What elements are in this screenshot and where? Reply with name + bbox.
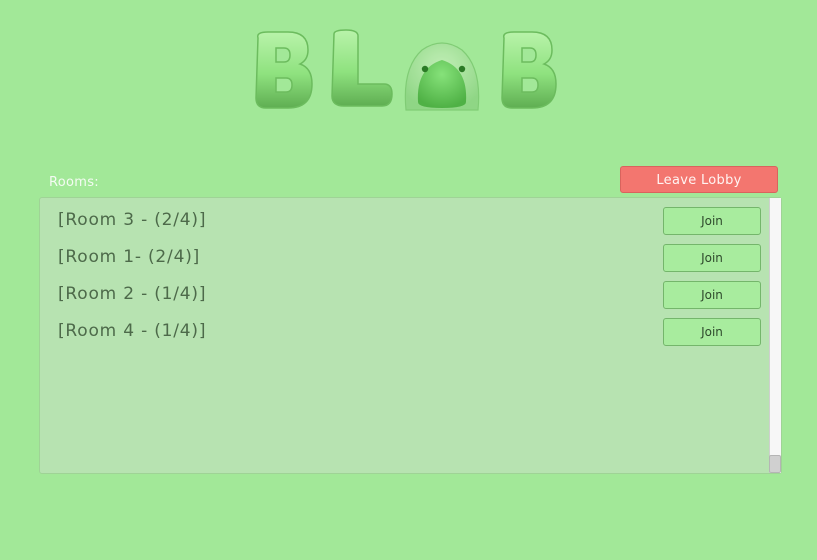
logo-letter-b-first (255, 31, 313, 109)
logo-letter-b-second (501, 31, 557, 109)
logo-letter-l (331, 29, 393, 107)
game-logo (250, 28, 562, 118)
room-row: [Room 3 - (2/4)] Join (40, 207, 767, 235)
join-room-button[interactable]: Join (663, 318, 761, 346)
room-list-panel[interactable]: [Room 3 - (2/4)] Join [Room 1- (2/4)] Jo… (39, 197, 782, 474)
join-room-button[interactable]: Join (663, 207, 761, 235)
rooms-label: Rooms: (49, 175, 99, 190)
scrollbar-thumb[interactable] (769, 455, 781, 473)
room-row: [Room 1- (2/4)] Join (40, 244, 767, 272)
logo-graphic (255, 29, 557, 111)
room-name: [Room 2 - (1/4)] (58, 284, 207, 304)
leave-lobby-button[interactable]: Leave Lobby (620, 166, 778, 193)
join-room-button[interactable]: Join (663, 281, 761, 309)
blob-left-eye (421, 65, 429, 73)
room-row: [Room 2 - (1/4)] Join (40, 281, 767, 309)
room-list: [Room 3 - (2/4)] Join [Room 1- (2/4)] Jo… (40, 198, 767, 473)
join-room-button[interactable]: Join (663, 244, 761, 272)
room-name: [Room 3 - (2/4)] (58, 210, 207, 230)
room-name: [Room 1- (2/4)] (58, 247, 201, 267)
room-row: [Room 4 - (1/4)] Join (40, 318, 767, 346)
room-list-scrollbar[interactable] (769, 198, 781, 473)
room-name: [Room 4 - (1/4)] (58, 321, 207, 341)
blob-right-eye (458, 65, 466, 73)
logo-blob-character (404, 42, 480, 111)
